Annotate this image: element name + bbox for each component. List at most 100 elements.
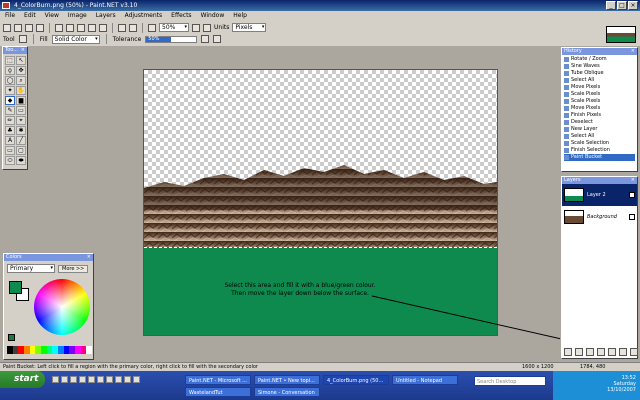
menu-window[interactable]: Window bbox=[201, 11, 225, 21]
history-item[interactable]: Finish Pixels bbox=[564, 112, 635, 119]
cut-icon[interactable] bbox=[55, 23, 63, 32]
quick-launch-icon[interactable] bbox=[61, 376, 68, 383]
menu-view[interactable]: View bbox=[45, 11, 59, 21]
history-item[interactable]: Select All bbox=[564, 77, 635, 84]
quick-launch-icon[interactable] bbox=[88, 376, 95, 383]
paste-icon[interactable] bbox=[77, 23, 85, 32]
paint-bucket-icon[interactable] bbox=[18, 35, 27, 43]
lasso-icon[interactable]: ϙ bbox=[5, 66, 15, 75]
redo-icon[interactable] bbox=[129, 23, 137, 32]
print-icon[interactable] bbox=[36, 23, 44, 32]
quick-launch-icon[interactable] bbox=[133, 376, 140, 383]
tolerance-slider[interactable]: 50% bbox=[145, 35, 198, 43]
quick-launch-icon[interactable] bbox=[115, 376, 122, 383]
history-item[interactable]: Deselect bbox=[564, 119, 635, 126]
clone-stamp-icon[interactable]: ♣ bbox=[5, 126, 15, 135]
line-icon[interactable]: ╱ bbox=[16, 136, 26, 145]
zoom-tool-icon[interactable]: ⌕ bbox=[16, 76, 26, 85]
maximize-button[interactable]: □ bbox=[617, 1, 627, 10]
history-item[interactable]: Move Pixels bbox=[564, 105, 635, 112]
history-item[interactable]: New Layer bbox=[564, 126, 635, 133]
menu-file[interactable]: File bbox=[5, 11, 15, 21]
taskbar-button-active[interactable]: 4_ColorBurn.png (50... bbox=[323, 375, 389, 385]
layer-row[interactable]: Background bbox=[562, 206, 637, 228]
history-item[interactable]: Scale Pixels bbox=[564, 98, 635, 105]
rectangle-icon[interactable]: ▭ bbox=[5, 146, 15, 155]
paint-bucket-tool-icon[interactable]: ◆ bbox=[5, 96, 15, 105]
add-to-palette-icon[interactable] bbox=[8, 334, 15, 341]
move-selection-icon[interactable]: ↖ bbox=[16, 56, 26, 65]
zoom-combo[interactable]: 50% ▾ bbox=[159, 23, 189, 32]
recolor-icon[interactable]: ✱ bbox=[16, 126, 26, 135]
menu-effects[interactable]: Effects bbox=[171, 11, 191, 21]
menu-layers[interactable]: Layers bbox=[96, 11, 116, 21]
add-layer-icon[interactable] bbox=[564, 348, 572, 356]
history-item[interactable]: Scale Pixels bbox=[564, 91, 635, 98]
open-icon[interactable] bbox=[14, 23, 22, 32]
layer-row[interactable]: Layer 2 bbox=[562, 184, 637, 206]
minimize-button[interactable]: _ bbox=[606, 1, 616, 10]
history-item[interactable]: Rotate / Zoom bbox=[564, 56, 635, 63]
menu-edit[interactable]: Edit bbox=[24, 11, 36, 21]
layer-visibility-checkbox[interactable] bbox=[629, 214, 635, 220]
taskbar-button[interactable]: WastelandTut bbox=[185, 387, 251, 397]
desktop-search-input[interactable]: Search Desktop bbox=[474, 376, 546, 386]
crop-icon[interactable] bbox=[88, 23, 96, 32]
more-colors-button[interactable]: More >> bbox=[58, 264, 89, 273]
quick-launch-icon[interactable] bbox=[79, 376, 86, 383]
pan-icon[interactable]: ✋ bbox=[16, 86, 26, 95]
taskbar-button[interactable]: Untitled - Notepad bbox=[392, 375, 458, 385]
move-icon[interactable]: ✥ bbox=[16, 66, 26, 75]
move-layer-up-icon[interactable] bbox=[608, 348, 616, 356]
rulers-icon[interactable] bbox=[203, 23, 211, 32]
image-thumbnail[interactable] bbox=[606, 26, 636, 43]
pencil-icon[interactable]: ✏ bbox=[5, 116, 15, 125]
deselect-icon[interactable] bbox=[99, 23, 107, 32]
color-palette[interactable] bbox=[7, 346, 93, 354]
magic-wand-icon[interactable]: ✦ bbox=[5, 86, 15, 95]
grid-icon[interactable] bbox=[192, 23, 200, 32]
color-wheel[interactable] bbox=[34, 279, 90, 335]
start-button[interactable]: start bbox=[0, 371, 45, 388]
history-item[interactable]: Move Pixels bbox=[564, 84, 635, 91]
copy-icon[interactable] bbox=[66, 23, 74, 32]
layer-visibility-checkbox[interactable] bbox=[629, 192, 635, 198]
ellipse-select-icon[interactable]: ◯ bbox=[5, 76, 15, 85]
gradient-icon[interactable]: ▆ bbox=[16, 96, 26, 105]
taskbar-button[interactable]: Simone - Conversation bbox=[254, 387, 320, 397]
color-picker-icon[interactable]: ⌖ bbox=[16, 116, 26, 125]
taskbar-button[interactable]: Paint.NET • New topi... bbox=[254, 375, 320, 385]
menu-adjustments[interactable]: Adjustments bbox=[125, 11, 163, 21]
move-layer-down-icon[interactable] bbox=[619, 348, 627, 356]
quick-launch-icon[interactable] bbox=[106, 376, 113, 383]
history-item[interactable]: Scale Selection bbox=[564, 140, 635, 147]
save-icon[interactable] bbox=[25, 23, 33, 32]
clock[interactable]: 13:52 Saturday 13/10/2007 bbox=[607, 375, 636, 393]
blend-mode-icon[interactable] bbox=[213, 35, 222, 43]
primary-color-swatch[interactable] bbox=[9, 281, 22, 294]
new-icon[interactable] bbox=[3, 23, 11, 32]
units-combo[interactable]: Pixels ▾ bbox=[232, 23, 267, 32]
close-button[interactable]: × bbox=[628, 1, 638, 10]
freeform-icon[interactable]: ⬬ bbox=[16, 156, 26, 165]
rectangle-select-icon[interactable]: ⬚ bbox=[5, 56, 15, 65]
antialias-icon[interactable] bbox=[201, 35, 210, 43]
undo-icon[interactable] bbox=[118, 23, 126, 32]
layer-properties-icon[interactable] bbox=[630, 348, 638, 356]
menu-image[interactable]: Image bbox=[68, 11, 87, 21]
quick-launch-icon[interactable] bbox=[52, 376, 59, 383]
history-item[interactable]: Sine Waves bbox=[564, 63, 635, 70]
zoom-icon[interactable] bbox=[148, 23, 156, 32]
quick-launch-icon[interactable] bbox=[70, 376, 77, 383]
text-icon[interactable]: A bbox=[5, 136, 15, 145]
color-mode-combo[interactable]: Primary ▾ bbox=[7, 264, 55, 273]
history-item-selected[interactable]: Paint Bucket bbox=[564, 154, 635, 161]
delete-layer-icon[interactable] bbox=[575, 348, 583, 356]
eraser-icon[interactable]: ▭ bbox=[16, 106, 26, 115]
menu-help[interactable]: Help bbox=[233, 11, 247, 21]
history-item[interactable]: Tube Oblique bbox=[564, 70, 635, 77]
duplicate-layer-icon[interactable] bbox=[586, 348, 594, 356]
quick-launch-icon[interactable] bbox=[97, 376, 104, 383]
taskbar-button[interactable]: Paint.NET - Microsoft ... bbox=[185, 375, 251, 385]
quick-launch-icon[interactable] bbox=[124, 376, 131, 383]
